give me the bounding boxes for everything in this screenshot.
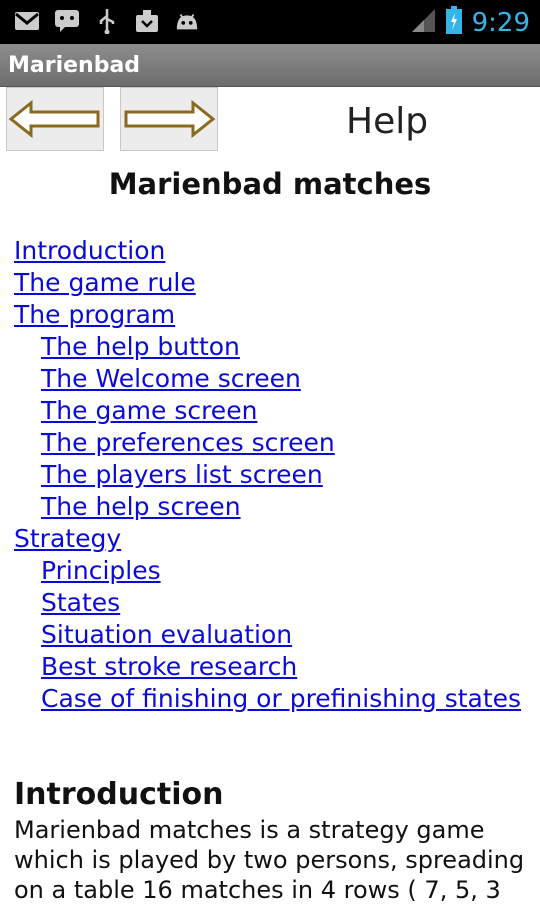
app-title: Marienbad [8, 53, 141, 78]
toc-link[interactable]: Situation evaluation [41, 620, 292, 649]
toc-link[interactable]: The help button [41, 332, 240, 361]
toc-item-principles: Principles [0, 555, 540, 587]
arrow-right-icon [124, 99, 216, 139]
toc-item-game-screen: The game screen [0, 395, 540, 427]
table-of-contents: Introduction The game rule The program T… [0, 235, 540, 715]
chat-icon [54, 9, 80, 33]
toc-item-preferences-screen: The preferences screen [0, 427, 540, 459]
toc-item-best-stroke-research: Best stroke research [0, 651, 540, 683]
page-label: Help [346, 101, 429, 142]
usb-icon [94, 9, 120, 34]
status-bar: 9:29 [0, 0, 540, 44]
toc-link[interactable]: The game screen [41, 396, 257, 425]
toc-link[interactable]: The preferences screen [41, 428, 335, 457]
toc-link[interactable]: Case of finishing or prefinishing states [41, 684, 521, 713]
arrow-left-icon [8, 99, 100, 139]
toc-link[interactable]: The help screen [41, 492, 241, 521]
toc-item-players-list-screen: The players list screen [0, 459, 540, 491]
toc-item-help-button: The help button [0, 331, 540, 363]
signal-icon [410, 7, 436, 38]
toolbar: Help [0, 87, 540, 153]
toc-item-situation-evaluation: Situation evaluation [0, 619, 540, 651]
battery-icon [445, 6, 462, 39]
toc-link[interactable]: States [41, 588, 120, 617]
system-status: 9:29 [410, 6, 530, 39]
toc-item-welcome-screen: The Welcome screen [0, 363, 540, 395]
toc-item-game-rule: The game rule [0, 267, 540, 299]
gmail-icon [14, 9, 40, 33]
forward-button[interactable] [120, 87, 218, 151]
toc-link[interactable]: The players list screen [41, 460, 323, 489]
toc-link[interactable]: The Welcome screen [41, 364, 301, 393]
section-heading: Introduction [14, 777, 224, 812]
toc-link[interactable]: Introduction [14, 236, 165, 265]
toc-item-finishing-states: Case of finishing or prefinishing states [0, 683, 540, 715]
section-text: Marienbad matches is a strategy game whi… [14, 816, 525, 904]
clock: 9:29 [471, 7, 530, 38]
app-title-bar: Marienbad [0, 44, 540, 87]
page-title: Marienbad matches [108, 167, 432, 201]
toc-item-states: States [0, 587, 540, 619]
download-icon [134, 9, 160, 33]
toc-item-help-screen: The help screen [0, 491, 540, 523]
android-icon [174, 9, 200, 33]
toc-item-program: The program [0, 299, 540, 331]
toc-link[interactable]: Principles [41, 556, 161, 585]
back-button[interactable] [6, 87, 104, 151]
notification-icons [14, 9, 200, 34]
toc-link[interactable]: Best stroke research [41, 652, 297, 681]
toc-item-introduction: Introduction [0, 235, 540, 267]
toc-link[interactable]: Strategy [14, 524, 121, 553]
toc-link[interactable]: The game rule [14, 268, 196, 297]
toc-link[interactable]: The program [14, 300, 175, 329]
toc-item-strategy: Strategy [0, 523, 540, 555]
